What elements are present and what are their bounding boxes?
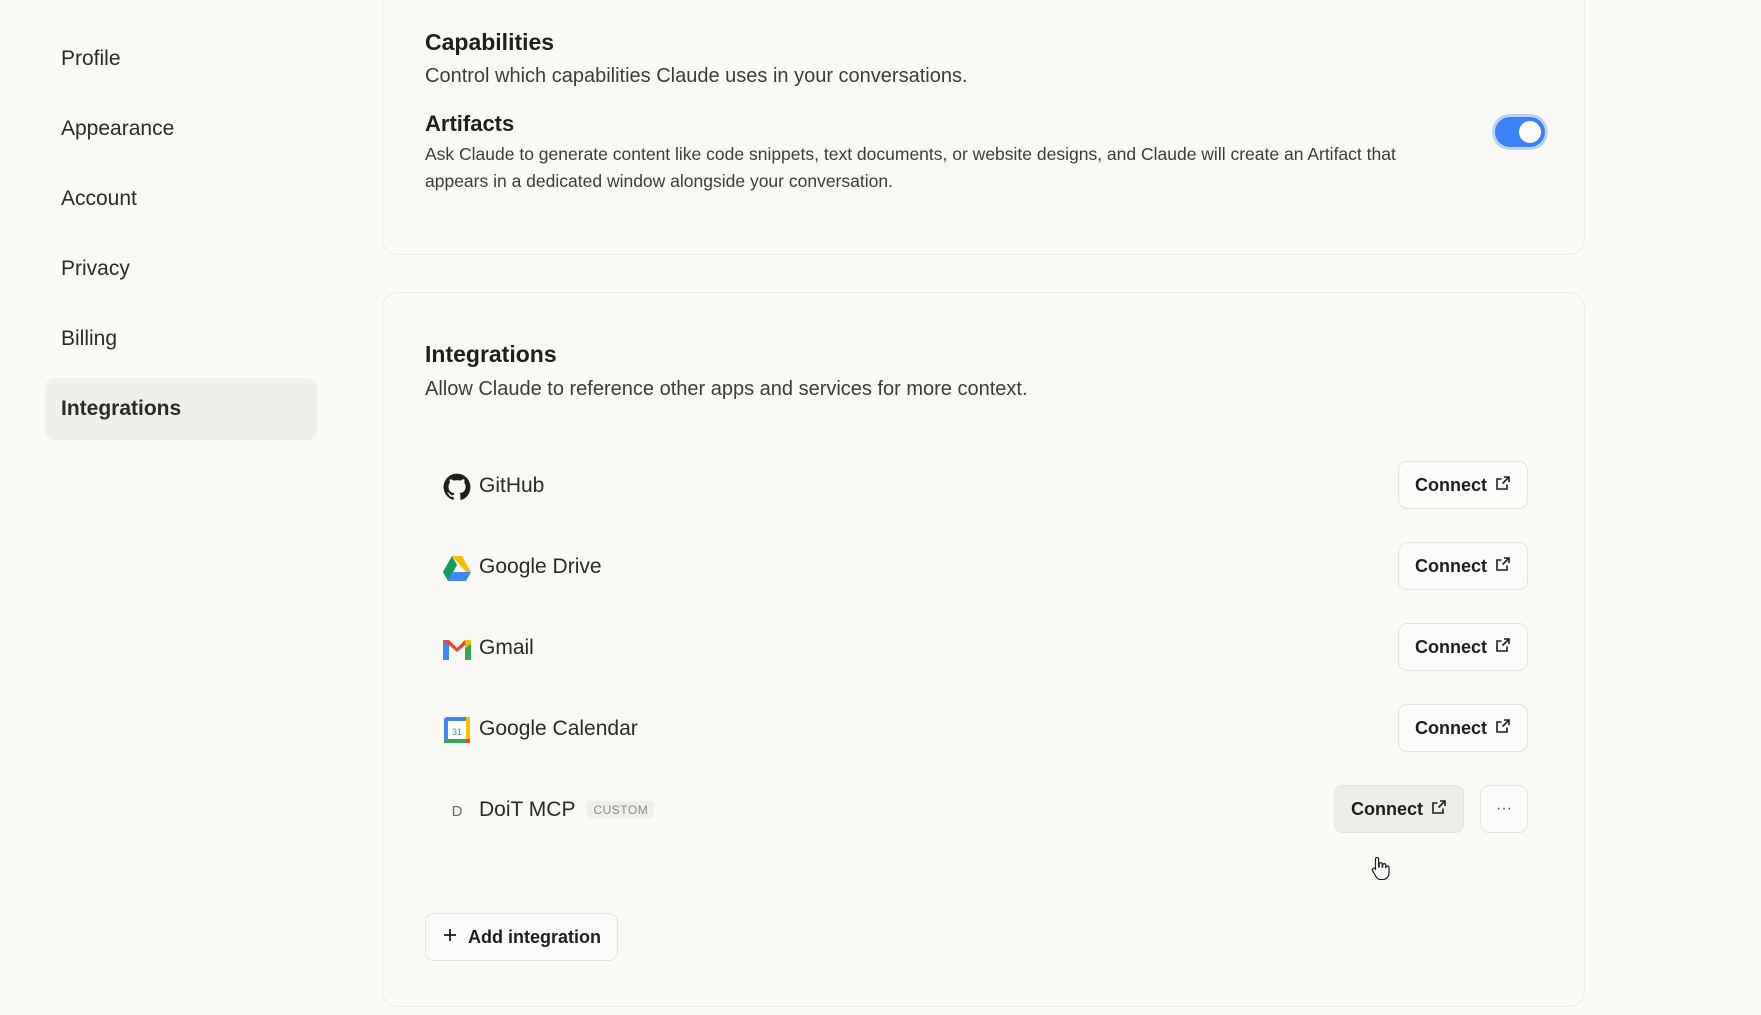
- gmail-icon: [443, 635, 471, 663]
- google-drive-connect-button[interactable]: Connect: [1398, 542, 1528, 590]
- capabilities-description: Control which capabilities Claude uses i…: [425, 65, 968, 87]
- external-link-icon: [1431, 799, 1447, 820]
- add-integration-label: Add integration: [468, 926, 601, 947]
- connect-label: Connect: [1415, 636, 1487, 657]
- capabilities-title: Capabilities: [425, 29, 555, 55]
- google-calendar-icon: 31: [443, 716, 471, 744]
- integration-name: Google Calendar: [479, 717, 638, 740]
- connect-label: Connect: [1351, 798, 1423, 819]
- integration-row-doit-mcp: D DoiT MCP CUSTOM Connect ···: [443, 785, 1528, 837]
- capabilities-card: Capabilities Control which capabilities …: [382, 0, 1585, 255]
- settings-sidebar: Profile Appearance Account Privacy Billi…: [45, 28, 317, 448]
- external-link-icon: [1495, 637, 1511, 658]
- connect-label: Connect: [1415, 717, 1487, 738]
- sidebar-item-privacy[interactable]: Privacy: [45, 238, 317, 300]
- svg-text:31: 31: [452, 727, 462, 737]
- google-drive-icon: [443, 554, 471, 582]
- integration-name: DoiT MCP CUSTOM: [479, 798, 655, 822]
- plus-icon: [442, 927, 458, 948]
- integrations-title: Integrations: [425, 341, 557, 367]
- sidebar-item-integrations[interactable]: Integrations: [45, 378, 317, 440]
- integration-row-gmail: Gmail Connect: [443, 623, 1528, 675]
- github-connect-button[interactable]: Connect: [1398, 461, 1528, 509]
- letter-d-icon: D: [451, 802, 463, 820]
- integration-name: GitHub: [479, 474, 545, 497]
- external-link-icon: [1495, 475, 1511, 496]
- doit-mcp-connect-button[interactable]: Connect: [1334, 785, 1464, 833]
- custom-badge: CUSTOM: [587, 801, 655, 820]
- artifacts-description: Ask Claude to generate content like code…: [425, 144, 1396, 191]
- add-integration-button[interactable]: Add integration: [425, 913, 618, 961]
- github-icon: [443, 473, 471, 501]
- connect-label: Connect: [1415, 474, 1487, 495]
- sidebar-item-billing[interactable]: Billing: [45, 308, 317, 370]
- sidebar-item-account[interactable]: Account: [45, 168, 317, 230]
- integration-row-google-calendar: 31 Google Calendar Connect: [443, 704, 1528, 756]
- hand-cursor-icon: [1371, 856, 1391, 885]
- integrations-description: Allow Claude to reference other apps and…: [425, 378, 1028, 400]
- google-calendar-connect-button[interactable]: Connect: [1398, 704, 1528, 752]
- integration-name: Google Drive: [479, 555, 602, 578]
- integrations-card: Integrations Allow Claude to reference o…: [382, 292, 1585, 1007]
- artifacts-toggle[interactable]: [1495, 117, 1545, 147]
- sidebar-item-appearance[interactable]: Appearance: [45, 98, 317, 160]
- more-options-button[interactable]: ···: [1480, 785, 1528, 833]
- gmail-connect-button[interactable]: Connect: [1398, 623, 1528, 671]
- connect-label: Connect: [1415, 555, 1487, 576]
- sidebar-item-profile[interactable]: Profile: [45, 28, 317, 90]
- external-link-icon: [1495, 556, 1511, 577]
- toggle-knob: [1519, 121, 1541, 143]
- integration-row-google-drive: Google Drive Connect: [443, 542, 1528, 594]
- integration-name-text: DoiT MCP: [479, 798, 576, 821]
- integration-name: Gmail: [479, 636, 534, 659]
- artifacts-title: Artifacts: [425, 111, 515, 136]
- integration-row-github: GitHub Connect: [443, 461, 1528, 513]
- external-link-icon: [1495, 718, 1511, 739]
